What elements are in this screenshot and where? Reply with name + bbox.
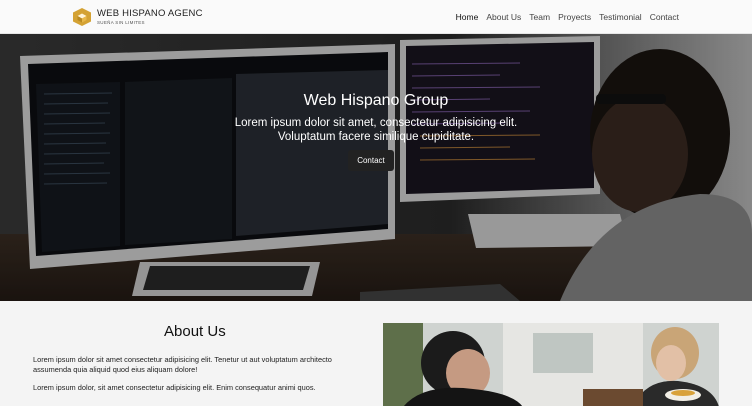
hero-content: Web Hispano Group Lorem ipsum dolor sit … (0, 92, 752, 144)
hero-subtitle-line2: Voluptatum facere similique cupiditate. (277, 131, 475, 143)
nav-link-home[interactable]: Home (456, 12, 479, 22)
nav-link-team[interactable]: Team (529, 12, 550, 22)
hero-contact-button[interactable]: Contact (348, 150, 394, 171)
nav-link-about-us[interactable]: About Us (486, 12, 521, 22)
navbar: WEB HISPANO AGENC SUEÑA SIN LIMITES Home… (0, 0, 752, 34)
about-title: About Us (164, 323, 226, 340)
hero-section: Web Hispano Group Lorem ipsum dolor sit … (0, 34, 752, 301)
nav-link-proyects[interactable]: Proyects (558, 12, 591, 22)
hexagon-logo-icon (73, 8, 91, 26)
about-section: About Us Lorem ipsum dolor sit amet cons… (0, 301, 752, 406)
brand-name: WEB HISPANO AGENC (97, 8, 203, 19)
brand[interactable]: WEB HISPANO AGENC SUEÑA SIN LIMITES (71, 6, 203, 28)
hero-title: Web Hispano Group (303, 92, 449, 109)
nav-link-contact[interactable]: Contact (650, 12, 679, 22)
about-paragraph-2: Lorem ipsum dolor, sit amet consectetur … (33, 383, 316, 392)
brand-tagline: SUEÑA SIN LIMITES (97, 19, 145, 25)
about-paragraph-1: Lorem ipsum dolor sit amet consectetur a… (33, 355, 332, 374)
hero-subtitle-line1: Lorem ipsum dolor sit amet, consectetur … (234, 117, 518, 129)
nav-menu: Home About Us Team Proyects Testimonial … (456, 0, 679, 34)
about-team-photo (383, 323, 719, 406)
nav-link-testimonial[interactable]: Testimonial (599, 12, 642, 22)
